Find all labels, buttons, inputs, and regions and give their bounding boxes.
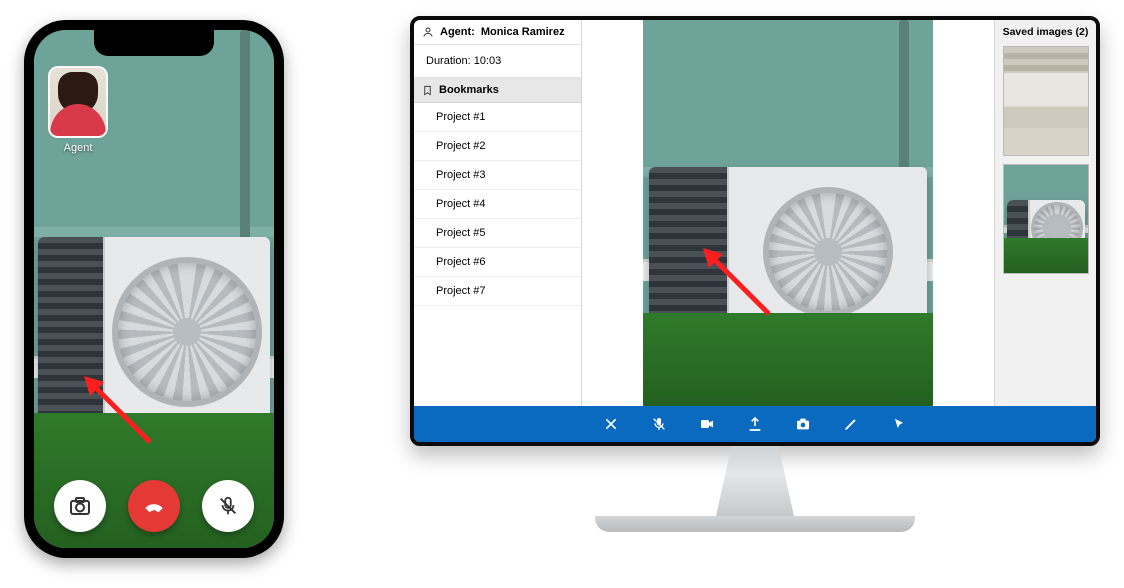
bookmarks-list: Project #1 Project #2 Project #3 Project… bbox=[414, 103, 581, 306]
bookmark-item[interactable]: Project #7 bbox=[414, 277, 581, 306]
annotate-button[interactable] bbox=[841, 414, 861, 434]
video-camera-icon bbox=[698, 416, 716, 432]
phone-notch bbox=[94, 30, 214, 56]
annotation-arrow-icon bbox=[80, 372, 160, 452]
desktop-monitor: Agent: Monica Ramirez Duration: 10:03 Bo… bbox=[410, 16, 1100, 532]
bookmarks-header: Bookmarks bbox=[414, 78, 581, 103]
bottom-toolbar bbox=[414, 406, 1096, 442]
mute-button[interactable] bbox=[202, 480, 254, 532]
mute-button[interactable] bbox=[649, 414, 669, 434]
saved-images-pane: Saved images (2) bbox=[994, 20, 1096, 406]
bookmark-item[interactable]: Project #6 bbox=[414, 248, 581, 277]
saved-image-thumb[interactable] bbox=[1003, 46, 1089, 156]
customer-video-feed[interactable] bbox=[643, 20, 933, 406]
annotation-arrow-icon[interactable] bbox=[699, 244, 779, 324]
bookmark-icon bbox=[422, 85, 433, 96]
upload-icon bbox=[747, 416, 763, 432]
monitor-stand bbox=[690, 446, 820, 516]
phone-hangup-icon bbox=[141, 493, 167, 519]
agent-avatar bbox=[48, 66, 108, 138]
person-icon bbox=[422, 26, 434, 38]
saved-images-title: Saved images (2) bbox=[1003, 26, 1089, 38]
agent-desktop-app: Agent: Monica Ramirez Duration: 10:03 Bo… bbox=[414, 20, 1096, 442]
close-button[interactable] bbox=[601, 414, 621, 434]
bookmark-item[interactable]: Project #4 bbox=[414, 190, 581, 219]
phone-device: Agent bbox=[24, 20, 284, 558]
phone-call-controls bbox=[34, 480, 274, 532]
camera-icon bbox=[68, 494, 92, 518]
camera-icon bbox=[794, 416, 812, 432]
left-sidebar: Agent: Monica Ramirez Duration: 10:03 Bo… bbox=[414, 20, 582, 406]
snapshot-button[interactable] bbox=[54, 480, 106, 532]
monitor-base bbox=[595, 516, 915, 532]
cursor-icon bbox=[892, 416, 906, 432]
bookmark-item[interactable]: Project #5 bbox=[414, 219, 581, 248]
agent-info-row: Agent: Monica Ramirez bbox=[414, 20, 581, 45]
close-icon bbox=[603, 416, 619, 432]
video-button[interactable] bbox=[697, 414, 717, 434]
saved-image-thumb[interactable] bbox=[1003, 164, 1089, 274]
microphone-muted-icon bbox=[651, 416, 667, 432]
fan-icon bbox=[763, 187, 893, 317]
agent-prefix: Agent: bbox=[440, 26, 475, 38]
desktop-screen: Agent: Monica Ramirez Duration: 10:03 Bo… bbox=[410, 16, 1100, 446]
microphone-muted-icon bbox=[217, 495, 239, 517]
bookmark-item[interactable]: Project #2 bbox=[414, 132, 581, 161]
hvac-unit bbox=[649, 167, 927, 337]
agent-name: Monica Ramirez bbox=[481, 26, 565, 38]
snapshot-button[interactable] bbox=[793, 414, 813, 434]
main-video-pane bbox=[582, 20, 994, 406]
pencil-icon bbox=[843, 416, 859, 432]
bookmark-item[interactable]: Project #3 bbox=[414, 161, 581, 190]
agent-video-tile[interactable]: Agent bbox=[48, 66, 108, 154]
agent-label: Agent bbox=[48, 142, 108, 154]
bookmark-item[interactable]: Project #1 bbox=[414, 103, 581, 132]
phone-screen: Agent bbox=[34, 30, 274, 548]
hangup-button[interactable] bbox=[128, 480, 180, 532]
upload-button[interactable] bbox=[745, 414, 765, 434]
pointer-button[interactable] bbox=[889, 414, 909, 434]
call-duration: Duration: 10:03 bbox=[414, 45, 581, 78]
